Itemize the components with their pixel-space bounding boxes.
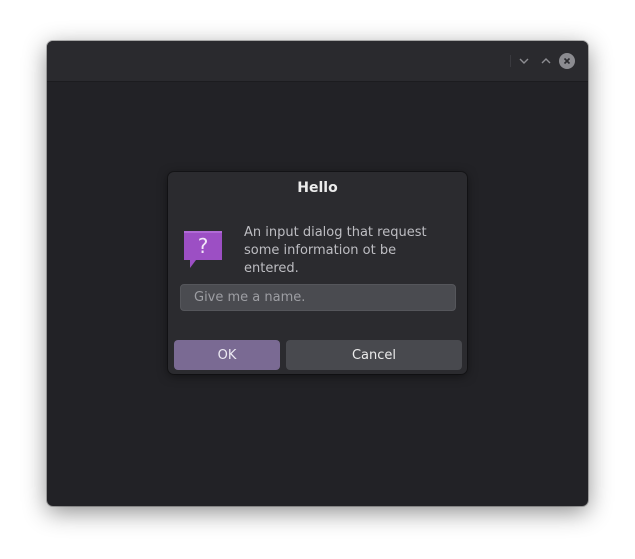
close-button[interactable] — [559, 53, 575, 69]
svg-text:?: ? — [198, 234, 209, 258]
ok-button[interactable]: OK — [174, 340, 280, 370]
titlebar-separator — [510, 55, 511, 67]
chevron-up-icon — [541, 58, 551, 64]
cancel-button[interactable]: Cancel — [286, 340, 462, 370]
minimize-button[interactable] — [515, 52, 533, 70]
input-dialog: Hello ? An input dialog that request som… — [168, 172, 467, 374]
maximize-button[interactable] — [537, 52, 555, 70]
window-titlebar[interactable] — [47, 41, 588, 82]
chevron-down-icon — [519, 58, 529, 64]
question-bubble-icon: ? — [184, 231, 222, 268]
dialog-message: An input dialog that request some inform… — [244, 225, 427, 276]
dialog-title: Hello — [297, 180, 338, 196]
name-input[interactable] — [180, 284, 456, 311]
close-icon — [563, 57, 571, 65]
main-window: Hello ? An input dialog that request som… — [47, 41, 588, 506]
